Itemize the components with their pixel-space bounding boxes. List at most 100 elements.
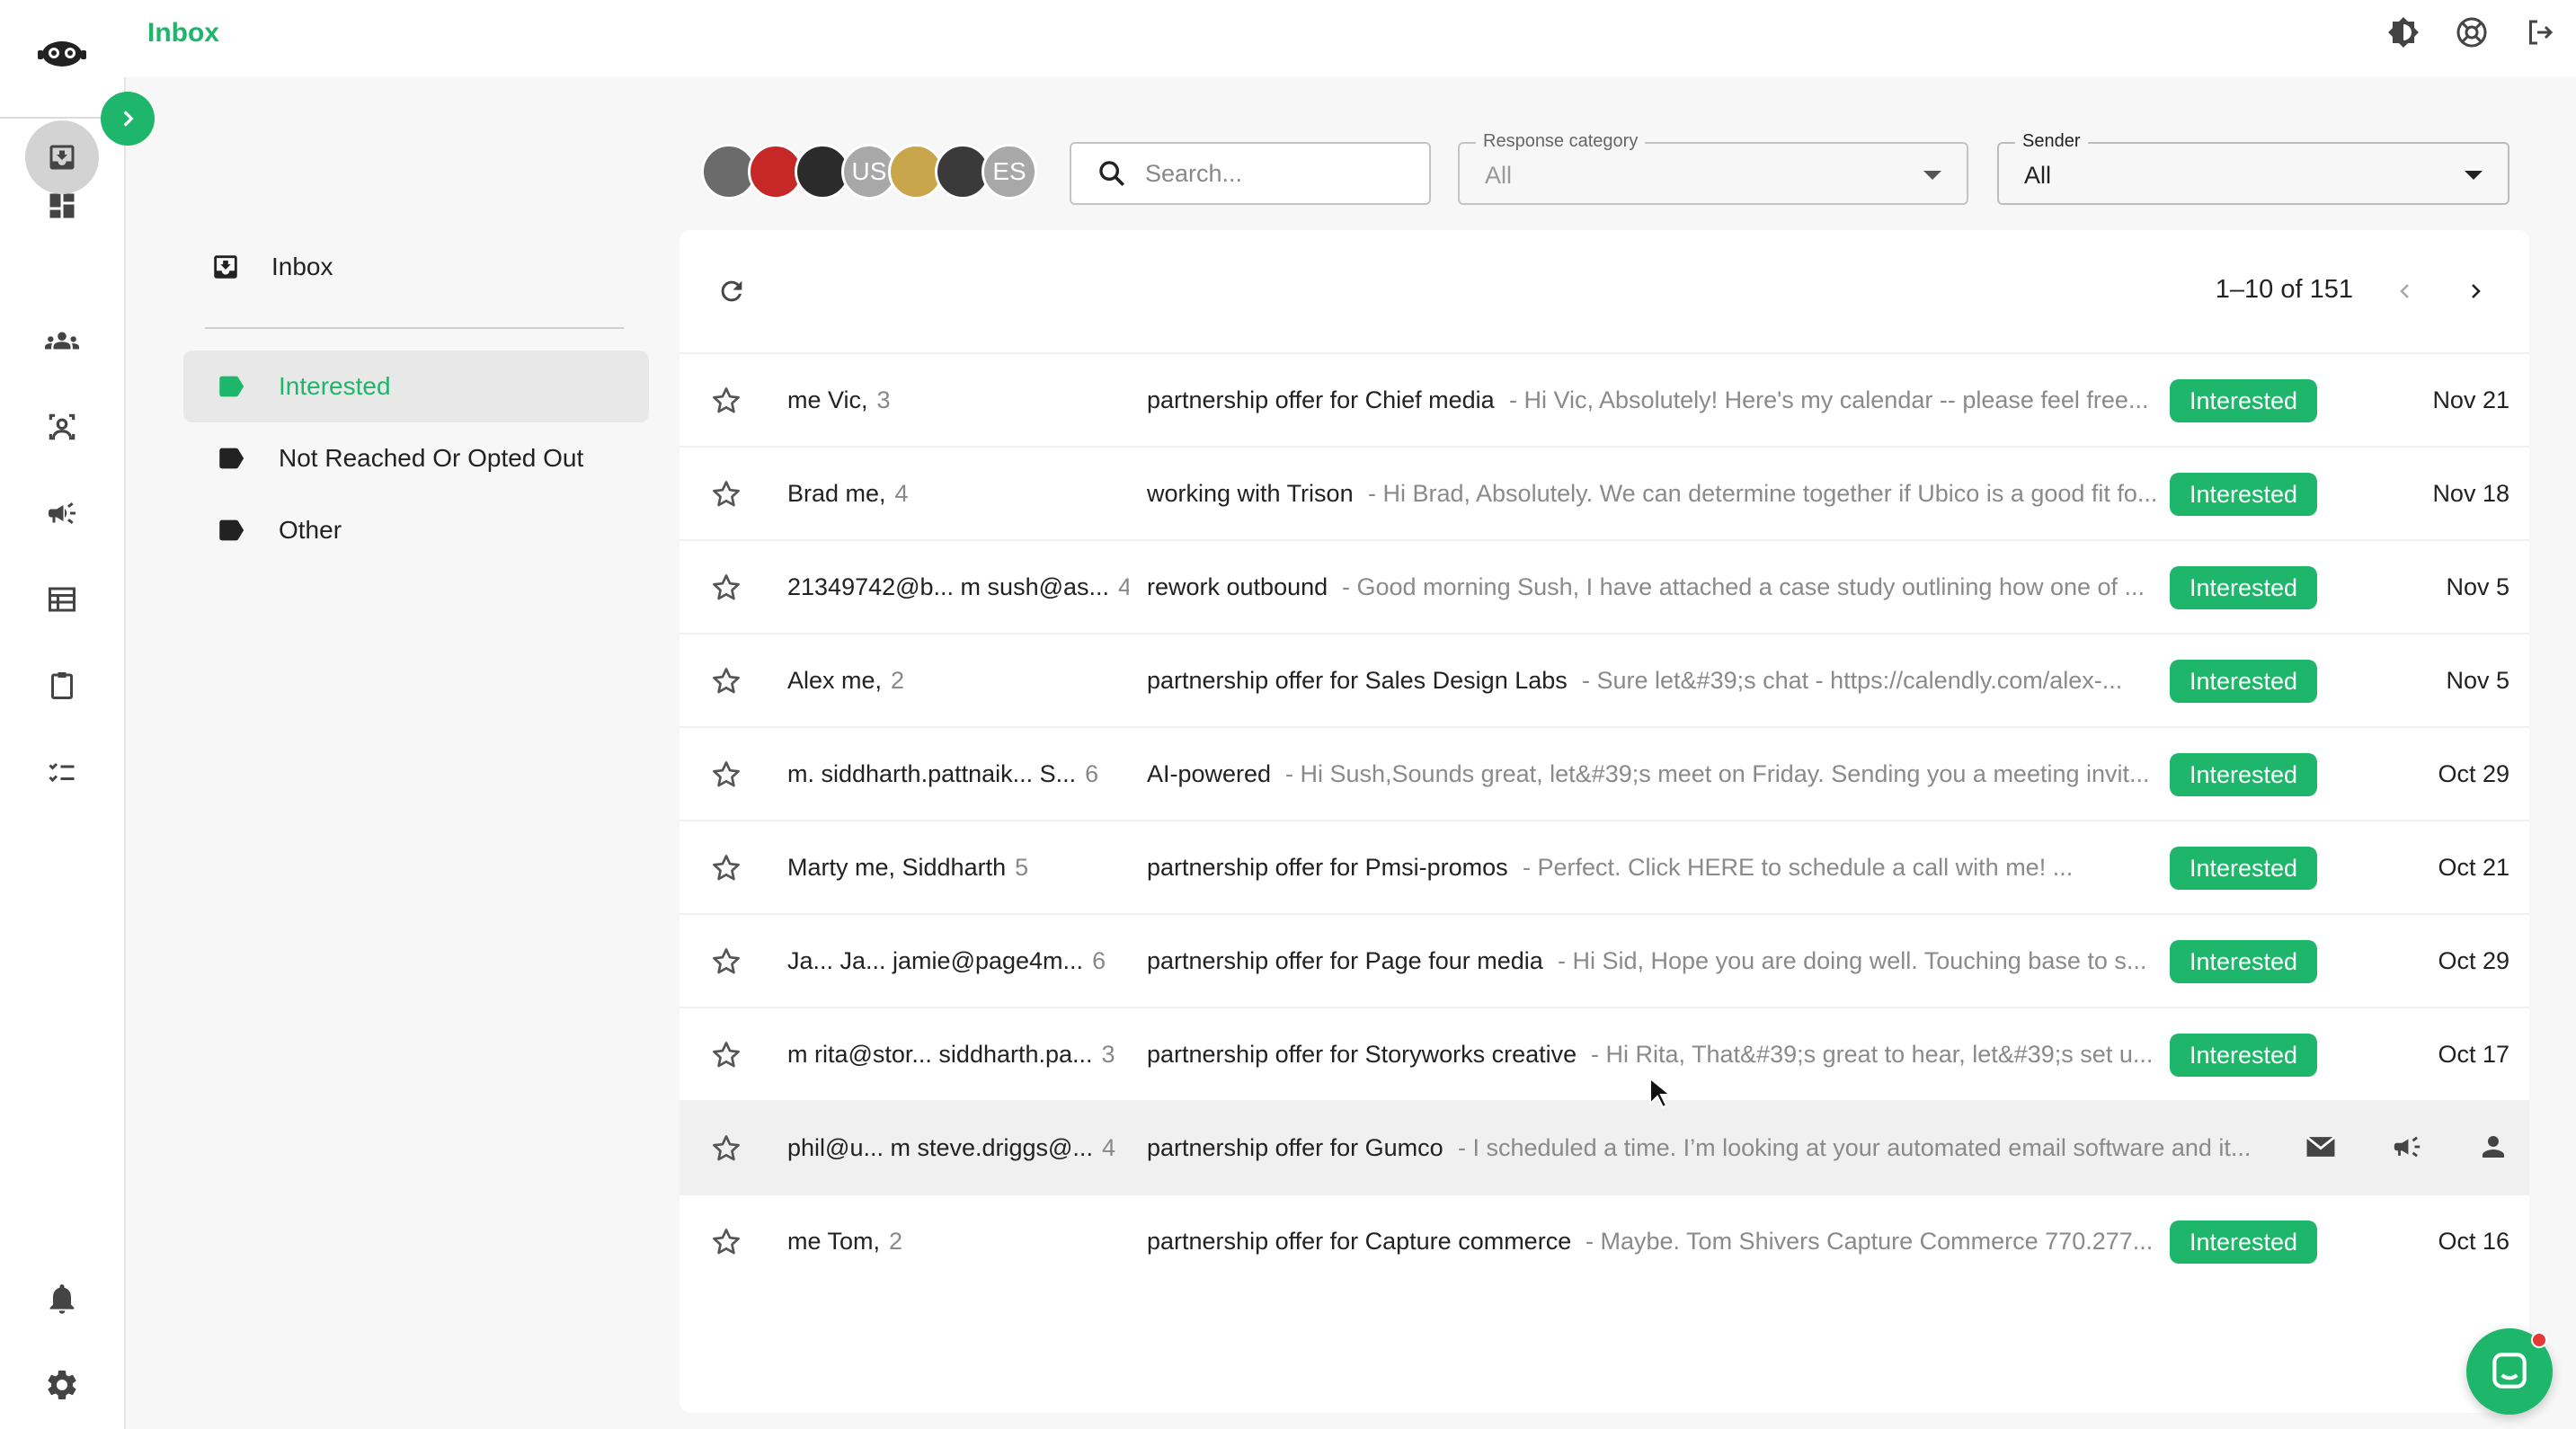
mail-row[interactable]: me Vic, 3 partnership offer for Chief medi…	[680, 352, 2529, 446]
mail-subject: partnership offer for Gumco	[1147, 1134, 1443, 1161]
mail-row[interactable]: Ja... Ja... jamie@page4m... 6 partnership …	[680, 913, 2529, 1007]
folder-divider	[205, 327, 624, 329]
tasks-icon[interactable]	[25, 735, 99, 809]
left-rail	[0, 77, 126, 1429]
table-icon[interactable]	[25, 563, 99, 636]
mail-row[interactable]: m rita@stor... siddharth.pa... 3 partnersh…	[680, 1007, 2529, 1100]
sender-names: phil@u... m steve.driggs@...	[787, 1134, 1093, 1161]
avatar-initials: ES	[992, 157, 1026, 185]
settings-icon[interactable]	[25, 1348, 99, 1422]
contacts-icon[interactable]	[25, 390, 99, 464]
inbox-icon[interactable]	[25, 120, 99, 194]
mail-row[interactable]: m. siddharth.pattnaik... S... 6 AI-powered…	[680, 726, 2529, 820]
avatar[interactable]: ES	[982, 144, 1037, 200]
thread-count: 4	[894, 480, 909, 507]
mail-subject: partnership offer for Pmsi-promos	[1147, 854, 1508, 881]
previous-page-button[interactable]	[2387, 270, 2423, 313]
clipboard-icon[interactable]	[25, 649, 99, 723]
app-logo-icon[interactable]	[36, 32, 88, 72]
star-icon[interactable]	[706, 661, 746, 701]
status-badge: Interested	[2170, 940, 2317, 983]
folder-other[interactable]: Other	[183, 494, 649, 566]
refresh-button[interactable]	[710, 270, 753, 313]
mail-date: Nov 21	[2432, 386, 2509, 413]
mail-sender: Alex me, 2	[787, 667, 1129, 695]
response-category-label: Response category	[1476, 131, 1646, 152]
star-icon[interactable]	[706, 848, 746, 888]
star-icon[interactable]	[706, 381, 746, 421]
person-icon[interactable]	[2474, 1127, 2513, 1167]
mark-read-icon[interactable]	[2301, 1127, 2341, 1167]
star-icon[interactable]	[706, 755, 746, 794]
search-field[interactable]	[1070, 142, 1431, 205]
refresh-icon	[721, 280, 742, 302]
mail-date: Oct 29	[2438, 760, 2509, 787]
status-badge: Interested	[2170, 660, 2317, 703]
mail-snippet: - Good morning Sush, I have attached a c…	[1342, 573, 2159, 601]
response-category-select[interactable]: Response category All	[1458, 131, 1968, 205]
thread-count: 2	[891, 667, 905, 694]
mail-date: Oct 16	[2438, 1228, 2509, 1255]
status-badge: Interested	[2170, 473, 2317, 516]
folder-inbox[interactable]: Inbox	[210, 252, 333, 282]
mail-sender: 21349742@b... m sush@as... 4	[787, 573, 1129, 601]
star-icon[interactable]	[706, 942, 746, 981]
snippet-text: - Perfect. Click HERE to schedule a call…	[1523, 854, 2074, 881]
thread-count: 4	[1118, 573, 1129, 600]
next-page-button[interactable]	[2457, 270, 2493, 313]
label-icon	[219, 448, 244, 469]
status-badge: Interested	[2170, 379, 2317, 422]
team-icon[interactable]	[25, 304, 99, 377]
mail-row[interactable]: Alex me, 2 partnership offer for Sales Des…	[680, 633, 2529, 726]
thread-count: 5	[1015, 854, 1029, 881]
mail-row[interactable]: Brad me, 4 working with Trison - Hi Brad, A…	[680, 446, 2529, 539]
mail-row[interactable]: phil@u... m steve.driggs@... 4 partnership…	[680, 1100, 2529, 1194]
folder-not-reached[interactable]: Not Reached Or Opted Out	[183, 422, 649, 494]
mail-sender: me Tom, 2	[787, 1228, 1129, 1256]
sender-names: m. siddharth.pattnaik... S...	[787, 760, 1077, 787]
star-icon[interactable]	[706, 568, 746, 608]
mail-row[interactable]: 21349742@b... m sush@as... 4 rework outbou…	[680, 539, 2529, 633]
folder-interested[interactable]: Interested	[183, 351, 649, 422]
bell-icon[interactable]	[25, 1262, 99, 1336]
mail-sender: m rita@stor... siddharth.pa... 3	[787, 1041, 1129, 1069]
logout-icon[interactable]	[2524, 16, 2556, 49]
mail-sender: Ja... Ja... jamie@page4m... 6	[787, 947, 1129, 975]
expand-sidebar-button[interactable]	[101, 92, 155, 146]
status-badge: Interested	[2170, 753, 2317, 796]
mail-date: Nov 5	[2446, 667, 2509, 694]
thread-count: 6	[1092, 947, 1106, 974]
top-bar: Inbox	[0, 0, 2576, 77]
sender-names: Alex me,	[787, 667, 883, 694]
campaigns-icon[interactable]	[25, 476, 99, 550]
thread-count: 2	[889, 1228, 903, 1255]
mail-list-panel: 1–10 of 151 me Vic, 3 partnership offer fo…	[680, 230, 2529, 1413]
mail-date: Nov 18	[2432, 480, 2509, 507]
star-icon[interactable]	[706, 475, 746, 514]
label-icon	[219, 519, 244, 541]
sender-names: m rita@stor... siddharth.pa...	[787, 1041, 1093, 1068]
chat-launcher-button[interactable]	[2466, 1328, 2553, 1415]
mail-snippet: - Perfect. Click HERE to schedule a call…	[1523, 854, 2159, 882]
snippet-text: - Hi Rita, That&#39;s great to hear, let…	[1591, 1041, 2154, 1068]
sender-select[interactable]: Sender All	[1997, 131, 2509, 205]
mail-subject: rework outbound	[1147, 573, 1328, 600]
folder-inbox-label: Inbox	[271, 253, 333, 280]
status-badge: Interested	[2170, 847, 2317, 890]
mail-row[interactable]: Marty me, Siddharth 5 partnership offer fo…	[680, 820, 2529, 913]
campaign-icon[interactable]	[2387, 1127, 2427, 1167]
star-icon[interactable]	[706, 1129, 746, 1168]
thread-count: 6	[1085, 760, 1099, 787]
snippet-text: - Sure let&#39;s chat - https://calendly…	[1582, 667, 2123, 694]
response-category-value: All	[1485, 162, 1513, 189]
theme-toggle-icon[interactable]	[2387, 16, 2420, 49]
mail-date: Oct 29	[2438, 947, 2509, 974]
support-icon[interactable]	[2456, 16, 2488, 49]
star-icon[interactable]	[706, 1222, 746, 1262]
label-icon	[219, 376, 244, 397]
star-icon[interactable]	[706, 1035, 746, 1075]
mail-snippet: - Maybe. Tom Shivers Capture Commerce 77…	[1586, 1228, 2159, 1256]
mail-sender: Brad me, 4	[787, 480, 1129, 508]
search-input[interactable]	[1145, 159, 1415, 188]
mail-row[interactable]: me Tom, 2 partnership offer for Capture co…	[680, 1194, 2529, 1287]
